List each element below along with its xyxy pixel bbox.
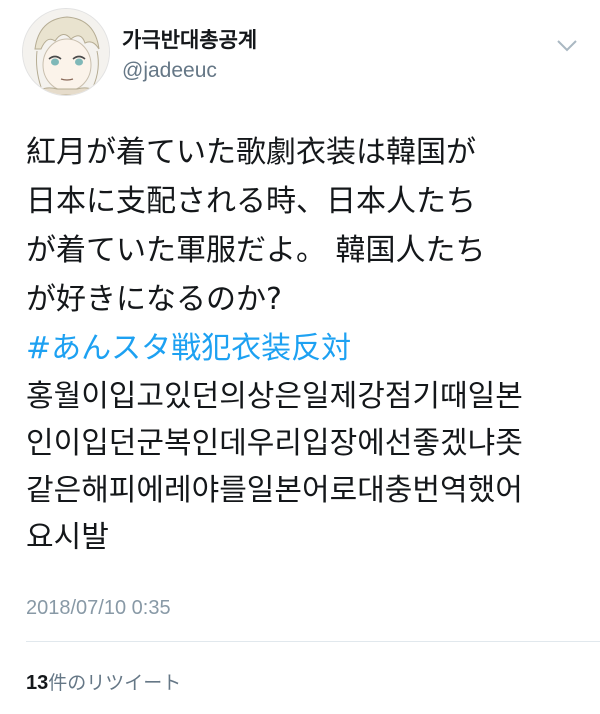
tweet-text: 紅月が着ていた歌劇衣装は韓国が 日本に支配される時、日本人たち が着ていた軍服だ… xyxy=(26,128,586,561)
hashtag-link[interactable]: #あんスタ戦犯衣装反対 xyxy=(26,324,586,373)
tweet-text-line: 홍월이입고있던의상은일제강점기때일본 xyxy=(26,379,523,414)
tweet-timestamp[interactable]: 2018/07/10 0:35 xyxy=(26,597,171,620)
anime-avatar-icon xyxy=(23,9,109,95)
tweet-header: 가극반대총공계 @jadeeuc xyxy=(22,8,582,108)
user-handle[interactable]: @jadeeuc xyxy=(122,56,257,86)
retweet-label: 件のリツイート xyxy=(48,672,182,694)
divider xyxy=(26,641,600,642)
tweet-card: 가극반대총공계 @jadeeuc 紅月が着ていた歌劇衣装は韓国が 日本に支配され… xyxy=(0,0,600,714)
tweet-text-line: が着ていた軍服だよ。 韓国人たち xyxy=(26,233,486,268)
tweet-text-line: 요시발 xyxy=(26,520,109,555)
retweet-count: 13 xyxy=(26,672,49,694)
chevron-down-icon[interactable] xyxy=(556,38,578,52)
display-name[interactable]: 가극반대총공계 xyxy=(122,26,257,54)
tweet-text-line: 인이입던군복인데우리입장에선좋겠냐좃 xyxy=(26,426,523,461)
tweet-text-line: が好きになるのか? xyxy=(26,282,282,317)
retweet-stats[interactable]: 13件のリツイート xyxy=(26,668,181,695)
user-names: 가극반대총공계 @jadeeuc xyxy=(122,26,257,86)
tweet-text-line: 日本に支配される時、日本人たち xyxy=(26,184,476,219)
tweet-text-line: 紅月が着ていた歌劇衣装は韓国が xyxy=(26,135,476,170)
tweet-text-line: 같은해피에레야를일본어로대충번역했어 xyxy=(26,473,523,508)
avatar[interactable] xyxy=(22,8,110,96)
